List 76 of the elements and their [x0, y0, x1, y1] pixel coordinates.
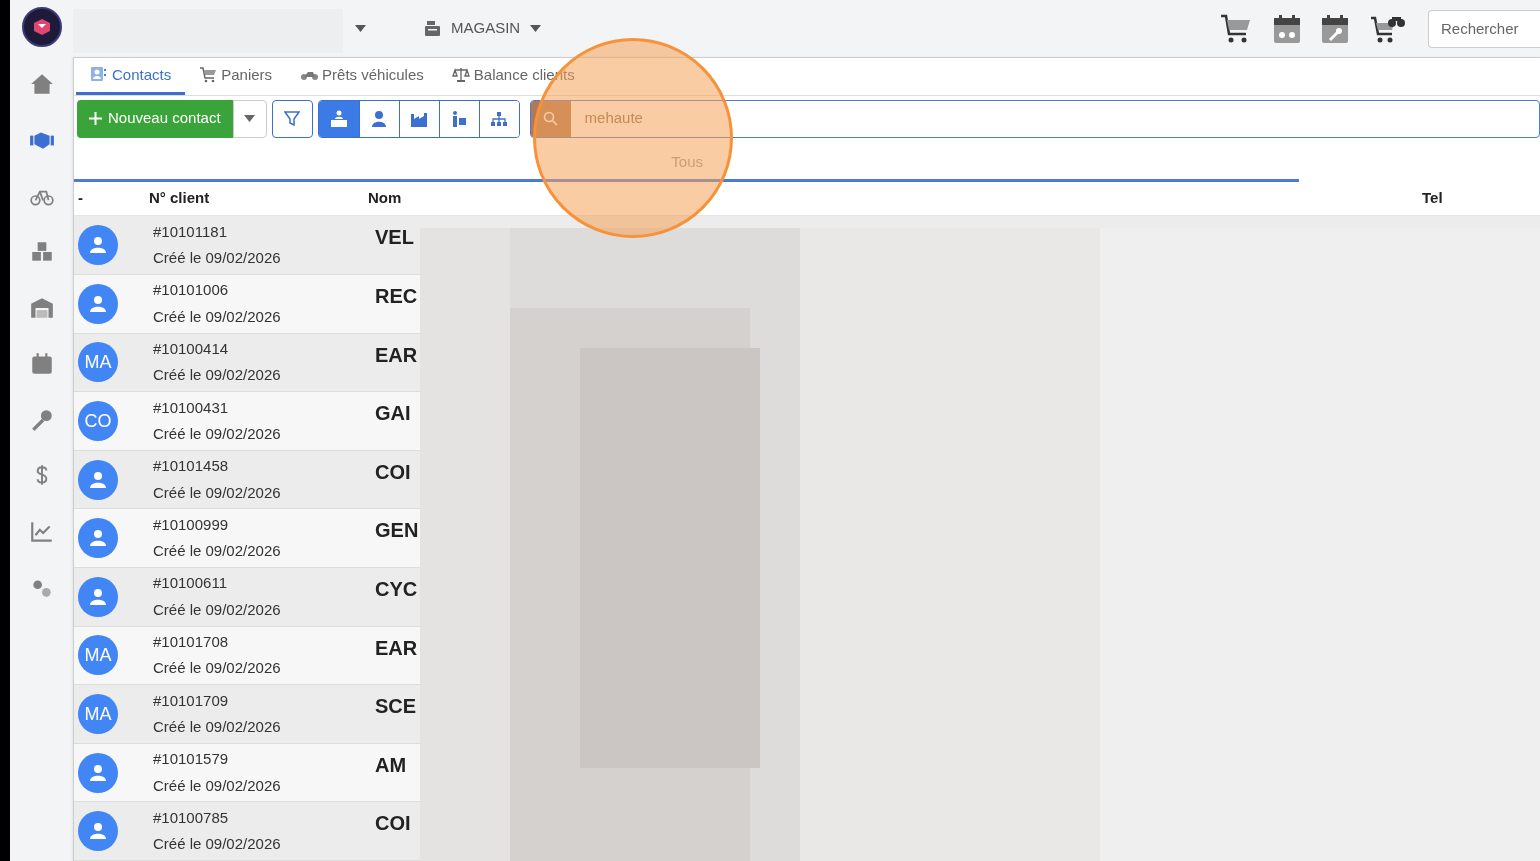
person-avatar: [78, 752, 118, 793]
contact-name: GEN: [375, 518, 419, 544]
client-number: #10100431: [153, 397, 230, 418]
tab[interactable]: Contacts: [76, 58, 186, 95]
created-date: Créé le 09/02/2026: [153, 834, 282, 855]
initials-avatar: MA: [78, 635, 118, 676]
calendar-wrench-icon[interactable]: [1322, 14, 1348, 43]
created-date: Créé le 09/02/2026: [153, 599, 282, 620]
caret-icon: [530, 25, 542, 32]
contact-name: GAI: [375, 401, 411, 427]
filter-button[interactable]: [271, 99, 313, 138]
caret-icon: [244, 115, 256, 123]
created-date: Créé le 09/02/2026: [153, 658, 282, 679]
client-number: #10101006: [153, 280, 230, 301]
contact-name: COI: [375, 811, 411, 837]
filter-toggle[interactable]: [318, 100, 359, 137]
person-avatar: [78, 811, 118, 852]
dropdown-button[interactable]: [232, 99, 267, 138]
person-avatar: [78, 283, 118, 324]
contact-name: REC: [375, 284, 418, 310]
search-field[interactable]: Rechercher: [1428, 9, 1540, 48]
person-store-icon: [329, 109, 348, 128]
tab[interactable]: Prêts véhicules: [286, 58, 438, 95]
person-avatar: [78, 576, 118, 617]
client-number: #10100785: [153, 807, 230, 828]
filter-icon: [284, 110, 301, 127]
initials-avatar: CO: [78, 401, 118, 442]
created-date: Créé le 09/02/2026: [153, 424, 282, 445]
created-date: Créé le 09/02/2026: [153, 775, 282, 796]
cash-register-icon: [424, 21, 441, 36]
person-icon: [370, 109, 389, 128]
created-date: Créé le 09/02/2026: [153, 248, 282, 269]
client-number: #10101708: [153, 631, 230, 652]
client-number: #10101579: [153, 749, 230, 770]
filter-toggle[interactable]: [478, 100, 519, 137]
new-contact-button[interactable]: Nouveau contact: [77, 99, 233, 138]
cart-icon: [199, 66, 218, 84]
column-header[interactable]: N° client: [149, 187, 368, 210]
client-number: #10100414: [153, 338, 230, 359]
tab[interactable]: Paniers: [185, 58, 287, 95]
contact-card-icon: [90, 66, 108, 84]
hierarchy-icon: [490, 109, 509, 128]
person-avatar: [78, 459, 118, 500]
client-number: #10100999: [153, 514, 230, 535]
contact-name: CYC: [375, 577, 418, 603]
contact-name: EAR: [375, 635, 418, 661]
contact-name: AM: [375, 752, 407, 778]
client-number: #10101709: [153, 690, 230, 711]
contact-name: SCE: [375, 694, 417, 720]
contact-name: EAR: [375, 342, 418, 368]
initials-avatar: MA: [78, 342, 118, 383]
created-date: Créé le 09/02/2026: [153, 306, 282, 327]
plus-icon: [89, 112, 102, 126]
app-logo[interactable]: [21, 7, 62, 47]
created-date: Créé le 09/02/2026: [153, 717, 282, 737]
column-header[interactable]: Nom: [368, 187, 1422, 210]
contact-name: COI: [375, 459, 411, 485]
line-chart-icon[interactable]: [28, 519, 55, 545]
contact-name: VEL: [375, 225, 414, 251]
caret-icon[interactable]: [355, 25, 366, 32]
column-header[interactable]: Tel: [1422, 187, 1522, 210]
client-number: #10100611: [153, 573, 228, 594]
balance-scale-icon: [451, 66, 470, 84]
warehouse-icon[interactable]: [28, 295, 55, 321]
store-selector[interactable]: MAGASIN: [424, 17, 542, 40]
client-number: #10101181: [153, 221, 228, 242]
person-avatar: [78, 225, 118, 266]
created-date: Créé le 09/02/2026: [153, 541, 282, 562]
created-date: Créé le 09/02/2026: [153, 482, 282, 503]
column-header[interactable]: -: [74, 187, 149, 210]
created-date: Créé le 09/02/2026: [153, 365, 282, 386]
initials-avatar: MA: [78, 694, 118, 734]
cart-icon[interactable]: [1220, 13, 1252, 44]
client-number: #10101458: [153, 456, 230, 477]
search-icon: [543, 111, 559, 127]
person-avatar: [78, 518, 118, 559]
